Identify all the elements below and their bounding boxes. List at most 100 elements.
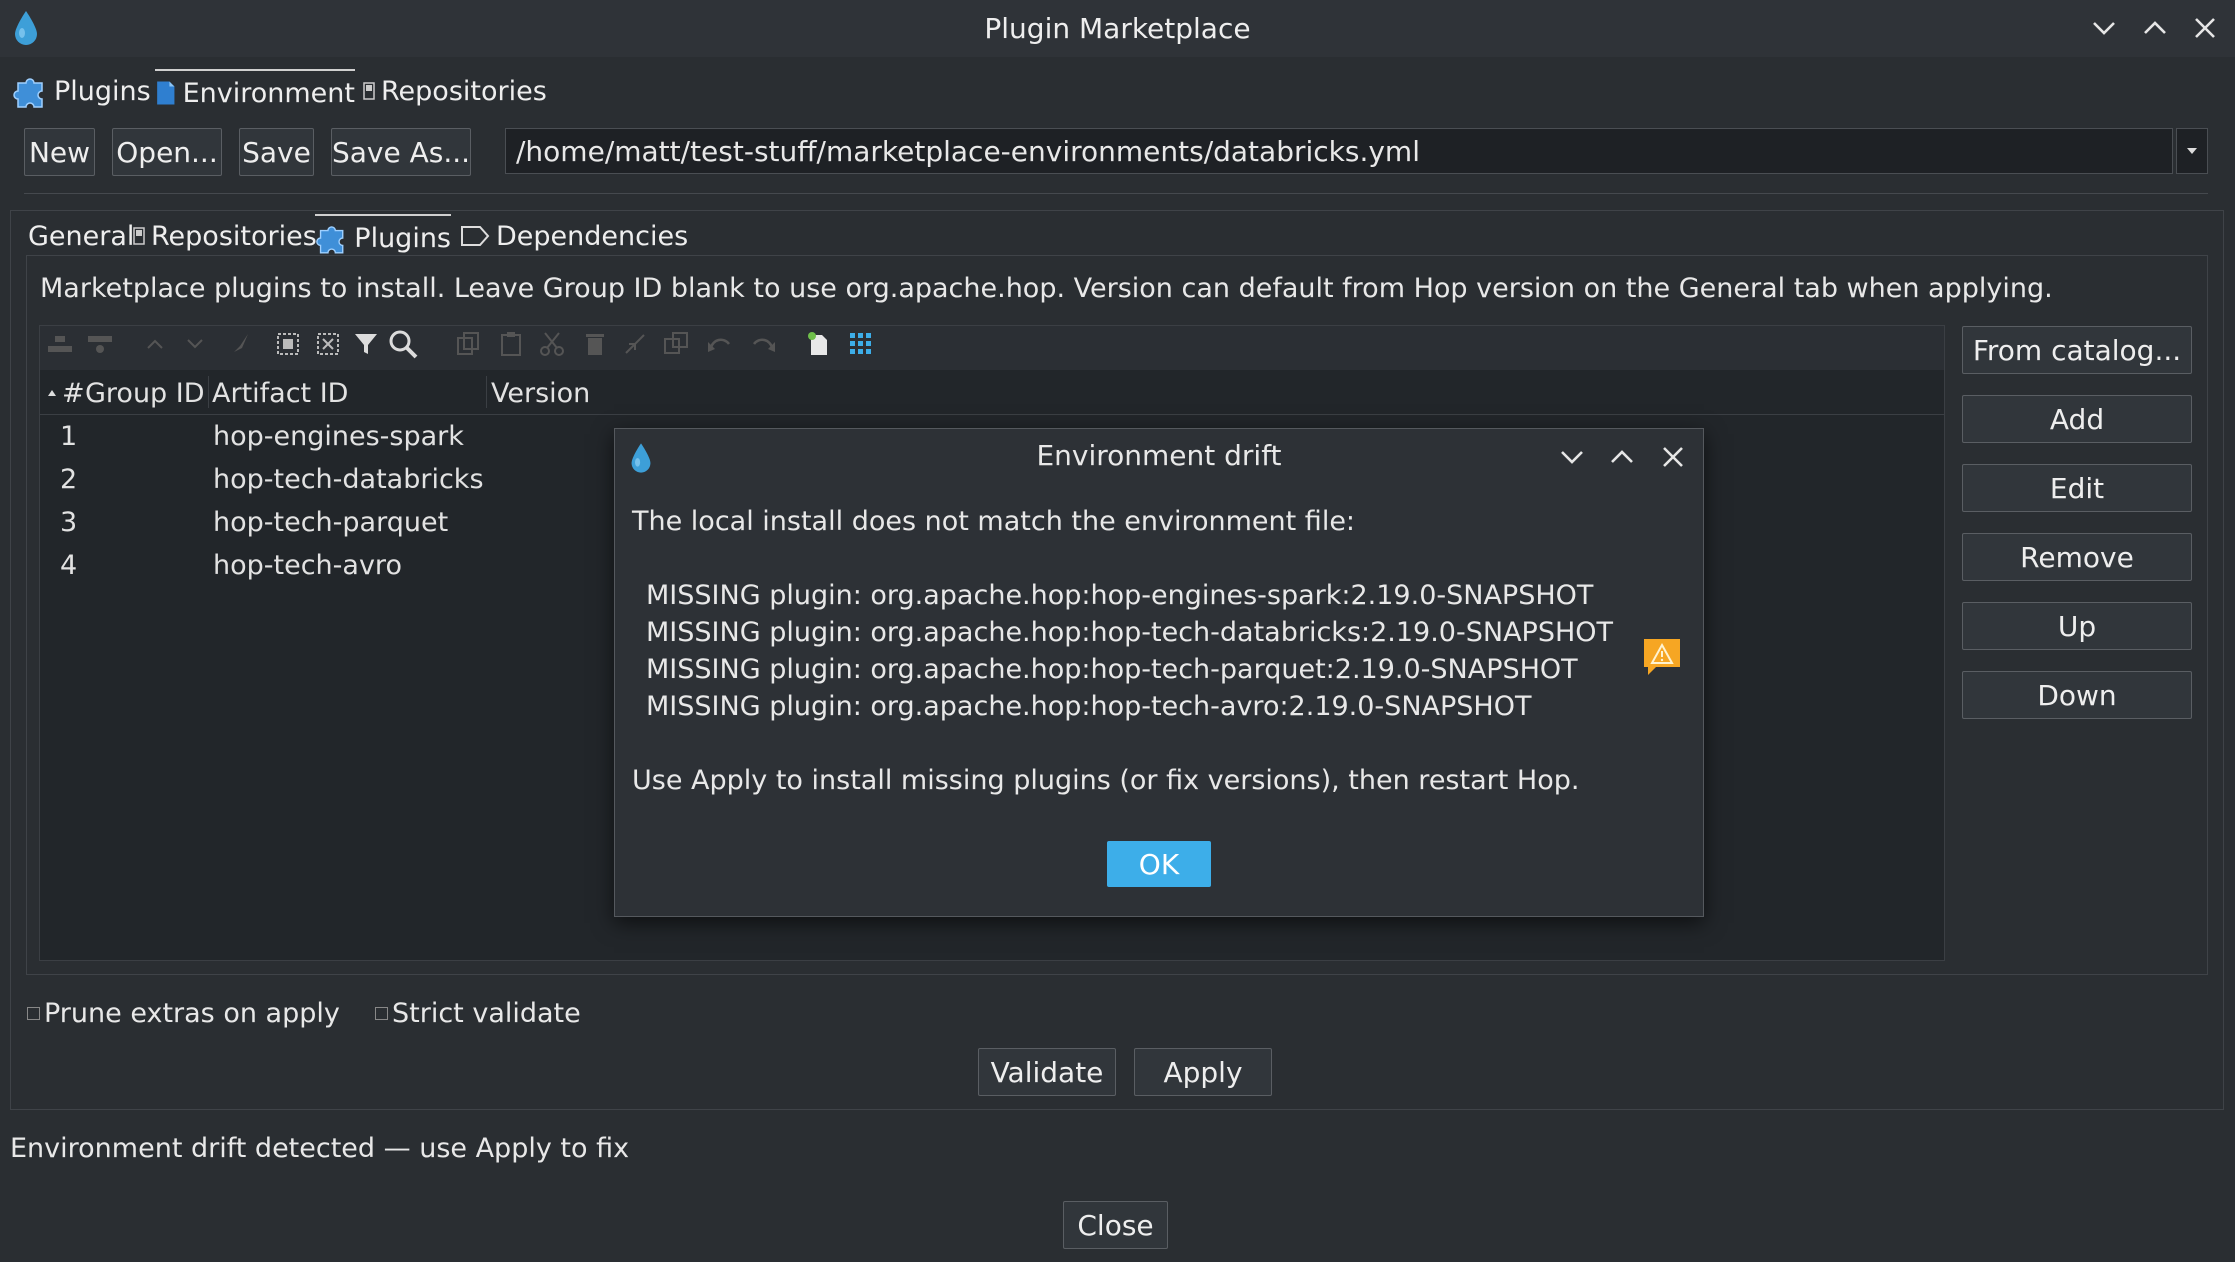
dialog-footer: Use Apply to install missing plugins (or…: [632, 765, 1580, 796]
inner-tab-dependencies-label: Dependencies: [496, 220, 689, 252]
dialog-title-bar: Environment drift: [615, 429, 1703, 485]
strict-validate-checkbox[interactable]: Strict validate: [375, 998, 581, 1029]
chevron-up-icon: [1611, 450, 1633, 463]
file-path-field[interactable]: /home/matt/test-stuff/marketplace-enviro…: [505, 128, 2173, 174]
paste-icon[interactable]: [496, 326, 526, 362]
copy-icon[interactable]: [453, 326, 483, 362]
edit-button[interactable]: Edit: [1962, 464, 2192, 512]
tab-environment[interactable]: Environment: [155, 69, 355, 115]
select-all-icon[interactable]: [273, 326, 303, 362]
tag-icon: [461, 226, 490, 246]
delete-icon[interactable]: [580, 326, 610, 362]
duplicate-icon[interactable]: [661, 326, 691, 362]
grid-view-icon[interactable]: [846, 326, 876, 362]
column-artifact-id[interactable]: Artifact ID: [212, 378, 348, 409]
close-icon: [2195, 18, 2215, 38]
dialog-title: Environment drift: [1036, 439, 1282, 472]
inner-tab-plugins[interactable]: Plugins: [315, 214, 451, 260]
dialog-maximize-button[interactable]: [1602, 437, 1642, 477]
window-title: Plugin Marketplace: [984, 12, 1251, 45]
tab-plugins-label: Plugins: [54, 75, 151, 107]
grid-header: # Group ID Artifact ID Version: [40, 370, 1944, 415]
plugins-description: Marketplace plugins to install. Leave Gr…: [40, 273, 2053, 304]
tab-repositories[interactable]: Repositories: [363, 69, 547, 113]
missing-plugin-line: MISSING plugin: org.apache.hop:hop-tech-…: [646, 691, 1532, 722]
inner-tab-repositories[interactable]: Repositories: [133, 214, 317, 258]
missing-plugin-line: MISSING plugin: org.apache.hop:hop-engin…: [646, 580, 1594, 611]
environment-drift-dialog: Environment drift The local install does…: [614, 428, 1704, 917]
row-number: 2: [60, 464, 78, 495]
checkbox-box[interactable]: [27, 1007, 40, 1020]
prune-extras-label: Prune extras on apply: [44, 998, 340, 1029]
from-catalog-button[interactable]: From catalog...: [1962, 326, 2192, 374]
dialog-minimize-button[interactable]: [1552, 437, 1592, 477]
title-bar: Plugin Marketplace: [0, 0, 2235, 57]
add-row-icon[interactable]: [85, 326, 115, 362]
close-window-button[interactable]: [2185, 8, 2225, 48]
dropdown-arrow-icon: [2187, 148, 2197, 154]
clear-selection-icon[interactable]: [313, 326, 343, 362]
status-message: Environment drift detected — use Apply t…: [10, 1133, 630, 1164]
insert-row-icon[interactable]: [45, 326, 75, 362]
tab-repositories-label: Repositories: [381, 75, 547, 107]
ok-button[interactable]: OK: [1107, 841, 1211, 887]
column-group-id[interactable]: Group ID: [85, 378, 205, 409]
add-button[interactable]: Add: [1962, 395, 2192, 443]
tab-plugins[interactable]: Plugins: [12, 69, 151, 113]
inner-tab-repositories-label: Repositories: [151, 220, 317, 252]
inner-tab-general[interactable]: General: [28, 214, 134, 258]
document-icon: [157, 81, 175, 105]
column-number[interactable]: #: [62, 378, 85, 409]
prune-extras-checkbox[interactable]: Prune extras on apply: [27, 998, 340, 1029]
dialog-close-button[interactable]: [1653, 437, 1693, 477]
collapse-icon[interactable]: [620, 326, 650, 362]
inner-tab-general-label: General: [28, 220, 135, 252]
filter-icon[interactable]: [351, 326, 381, 362]
grid-toolbar: [40, 326, 1944, 370]
row-number: 4: [60, 550, 78, 581]
puzzle-icon: [13, 78, 43, 108]
search-icon[interactable]: [388, 326, 418, 362]
repository-icon: [133, 227, 145, 245]
checkbox-box[interactable]: [375, 1007, 388, 1020]
row-number: 1: [60, 421, 78, 452]
new-document-icon[interactable]: [804, 326, 834, 362]
undo-icon[interactable]: [705, 326, 735, 362]
warning-icon: [1641, 636, 1683, 685]
row-artifact-id[interactable]: hop-engines-spark: [213, 421, 464, 452]
move-up-icon[interactable]: [140, 326, 170, 362]
close-button[interactable]: Close: [1063, 1201, 1168, 1249]
sort-ascending-icon: [48, 390, 56, 396]
chevron-down-icon: [2093, 22, 2115, 35]
column-version[interactable]: Version: [491, 378, 590, 409]
save-button[interactable]: Save: [239, 128, 314, 176]
chevron-up-icon: [2144, 21, 2166, 34]
row-artifact-id[interactable]: hop-tech-parquet: [213, 507, 448, 538]
repository-icon: [363, 82, 375, 100]
chevron-down-icon: [1561, 451, 1583, 464]
maximize-button[interactable]: [2135, 8, 2175, 48]
row-artifact-id[interactable]: hop-tech-databricks: [213, 464, 484, 495]
inner-tab-dependencies[interactable]: Dependencies: [460, 214, 688, 258]
new-button[interactable]: New: [24, 128, 95, 176]
down-button[interactable]: Down: [1962, 671, 2192, 719]
file-path-dropdown[interactable]: [2176, 128, 2208, 174]
row-artifact-id[interactable]: hop-tech-avro: [213, 550, 402, 581]
missing-plugin-line: MISSING plugin: org.apache.hop:hop-tech-…: [646, 617, 1614, 648]
validate-button[interactable]: Validate: [978, 1048, 1116, 1096]
dialog-intro: The local install does not match the env…: [632, 506, 1356, 537]
save-as-button[interactable]: Save As...: [331, 128, 471, 176]
remove-button[interactable]: Remove: [1962, 533, 2192, 581]
up-button[interactable]: Up: [1962, 602, 2192, 650]
row-number: 3: [60, 507, 78, 538]
strict-validate-label: Strict validate: [392, 998, 581, 1029]
apply-button[interactable]: Apply: [1134, 1048, 1272, 1096]
cut-icon[interactable]: [537, 326, 567, 362]
redo-icon[interactable]: [748, 326, 778, 362]
move-down-icon[interactable]: [180, 326, 210, 362]
separator: [24, 193, 2208, 194]
minimize-button[interactable]: [2084, 8, 2124, 48]
inner-tab-plugins-label: Plugins: [354, 222, 451, 254]
clean-icon[interactable]: [227, 326, 257, 362]
open-button[interactable]: Open...: [112, 128, 222, 176]
